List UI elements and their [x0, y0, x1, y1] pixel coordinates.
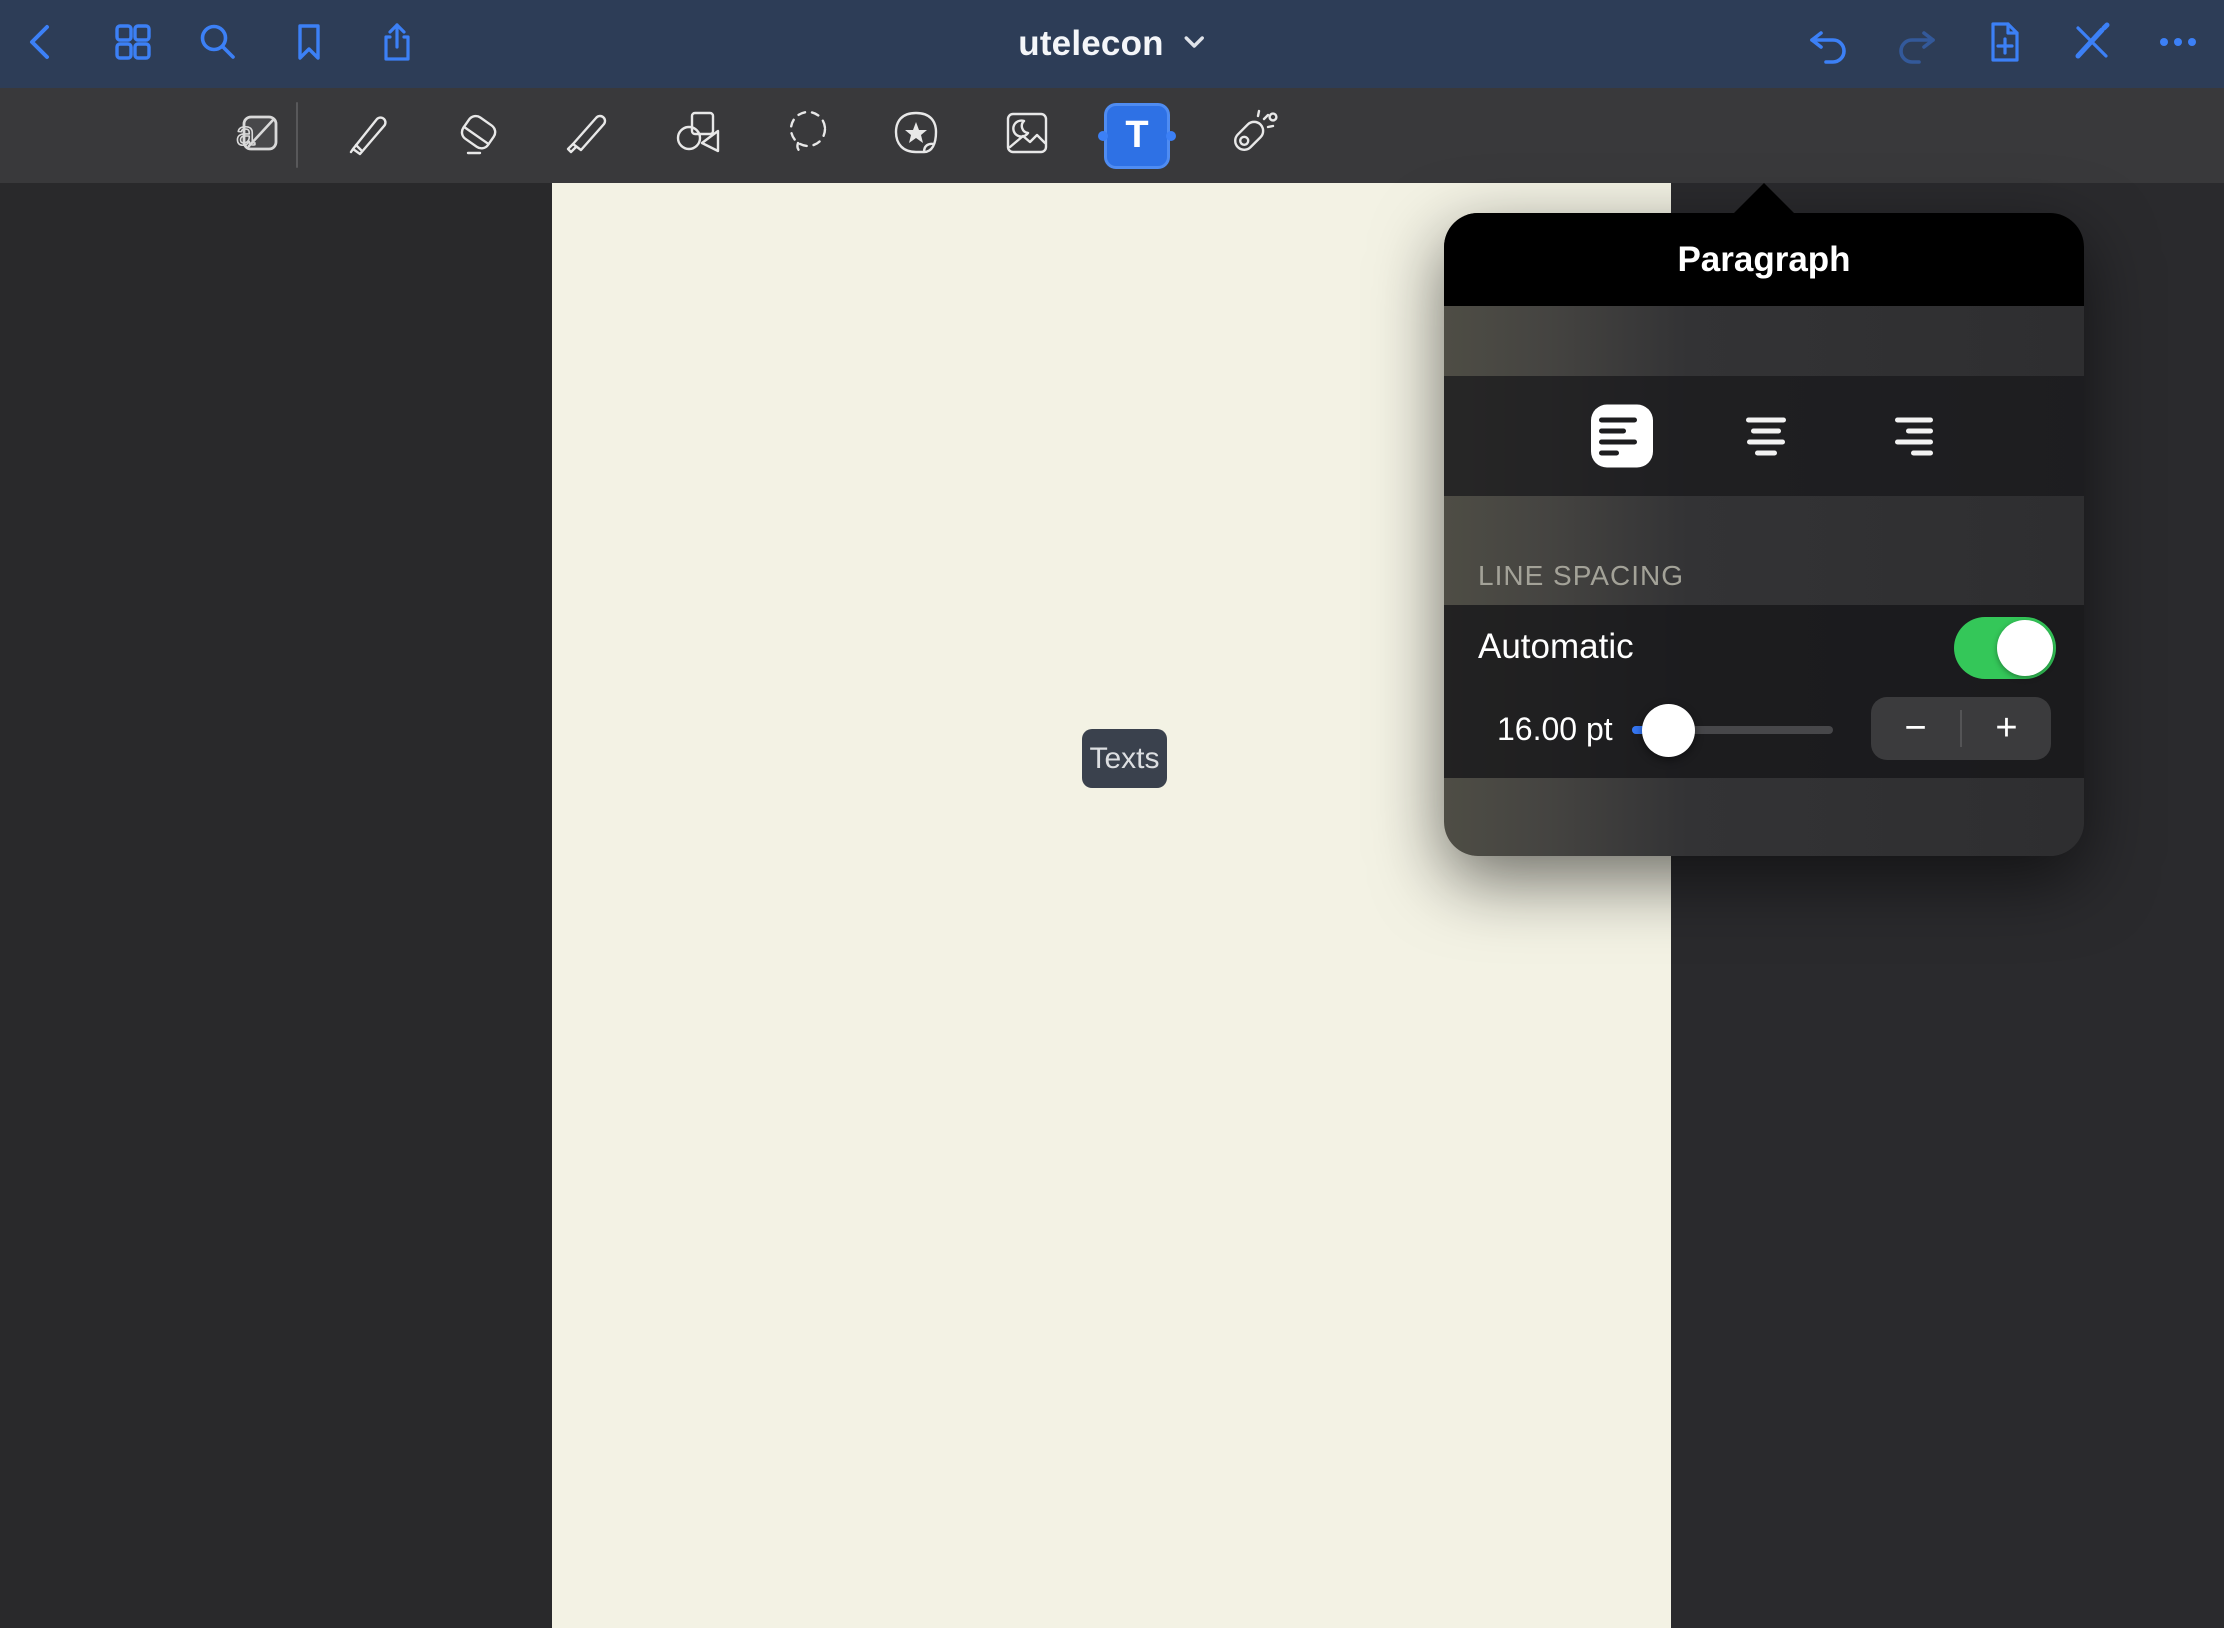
document-title-button[interactable]: utelecon: [1018, 24, 1206, 64]
pen-disabled-icon: [2068, 18, 2116, 71]
search-button[interactable]: [194, 20, 242, 68]
align-right-option[interactable]: [1879, 405, 1941, 468]
page-title: utelecon: [1018, 24, 1164, 64]
nav-bar: utelecon: [0, 0, 2224, 88]
pen-tool-button[interactable]: [337, 106, 397, 166]
line-spacing-section-label: LINE SPACING: [1478, 560, 1684, 592]
pages-grid-icon: [110, 19, 156, 70]
thumbnails-button[interactable]: [109, 20, 157, 68]
text-tool-glyph: T: [1125, 114, 1148, 157]
pen-icon: [339, 105, 395, 166]
toolbar-divider: [296, 102, 298, 168]
line-spacing-card: Automatic 16.00 pt − +: [1444, 605, 2084, 778]
eraser-tool-button[interactable]: [448, 106, 508, 166]
elements-tool-button[interactable]: [886, 106, 946, 166]
text-tool-handle-left: [1098, 131, 1108, 141]
search-icon: [195, 19, 241, 70]
bookmark-button[interactable]: [285, 20, 333, 68]
texts-label-box[interactable]: Texts: [1082, 729, 1167, 788]
spacing-stepper: − +: [1871, 697, 2051, 760]
undo-button[interactable]: [1804, 20, 1852, 68]
svg-text:a: a: [236, 115, 255, 153]
bookmark-icon: [286, 19, 332, 70]
spacing-decrease-button[interactable]: −: [1871, 697, 1960, 760]
shapes-tool-button[interactable]: [669, 106, 729, 166]
alignment-options-row: [1444, 376, 2084, 496]
highlighter-icon: [560, 105, 616, 166]
text-tool-button[interactable]: T: [1104, 103, 1170, 169]
laser-pointer-button[interactable]: [1222, 106, 1282, 166]
popover-title: Paragraph: [1677, 240, 1850, 280]
undo-icon: [1804, 18, 1852, 71]
automatic-label: Automatic: [1478, 627, 1634, 667]
plus-icon: +: [1995, 707, 2017, 750]
lasso-tool-button[interactable]: [778, 106, 838, 166]
elements-sticker-icon: [888, 105, 944, 166]
minus-icon: −: [1904, 707, 1926, 750]
popover-arrow: [1732, 183, 1796, 215]
image-tool-button[interactable]: [997, 106, 1057, 166]
spacing-value-label: 16.00 pt: [1497, 711, 1613, 748]
spacing-slider-knob[interactable]: [1642, 704, 1695, 757]
canvas-background-left: [0, 183, 552, 1628]
paragraph-popover: Paragraph LINE SPACING Automatic 16.00 p…: [1444, 213, 2084, 856]
shapes-icon: [671, 105, 727, 166]
add-page-button[interactable]: [1981, 20, 2029, 68]
redo-icon: [1893, 18, 1941, 71]
eraser-icon: [450, 105, 506, 166]
lasso-icon: [780, 105, 836, 166]
image-icon: [999, 105, 1055, 166]
goodnotes-app: utelecon: [0, 0, 2224, 1628]
more-icon: [2154, 18, 2202, 71]
share-button[interactable]: [373, 20, 421, 68]
document-mode-button[interactable]: a: [226, 106, 286, 166]
texts-label: Texts: [1089, 742, 1159, 776]
tool-bar: a: [0, 88, 2224, 183]
share-icon: [374, 19, 420, 70]
back-button[interactable]: [18, 20, 66, 68]
back-icon: [19, 19, 65, 70]
add-page-icon: [1981, 18, 2029, 71]
chevron-down-icon: [1182, 34, 1206, 55]
align-center-option[interactable]: [1735, 405, 1797, 468]
toggle-knob: [1997, 620, 2053, 676]
automatic-toggle[interactable]: [1954, 617, 2056, 679]
text-tool-handle-right: [1166, 131, 1176, 141]
laser-pointer-icon: [1224, 105, 1280, 166]
more-button[interactable]: [2154, 20, 2202, 68]
stop-editing-button[interactable]: [2068, 20, 2116, 68]
redo-button[interactable]: [1893, 20, 1941, 68]
align-left-option[interactable]: [1591, 405, 1653, 468]
highlighter-tool-button[interactable]: [558, 106, 618, 166]
spacing-increase-button[interactable]: +: [1962, 697, 2051, 760]
popover-header: Paragraph: [1444, 213, 2084, 306]
document-mode-icon: a: [228, 105, 284, 166]
